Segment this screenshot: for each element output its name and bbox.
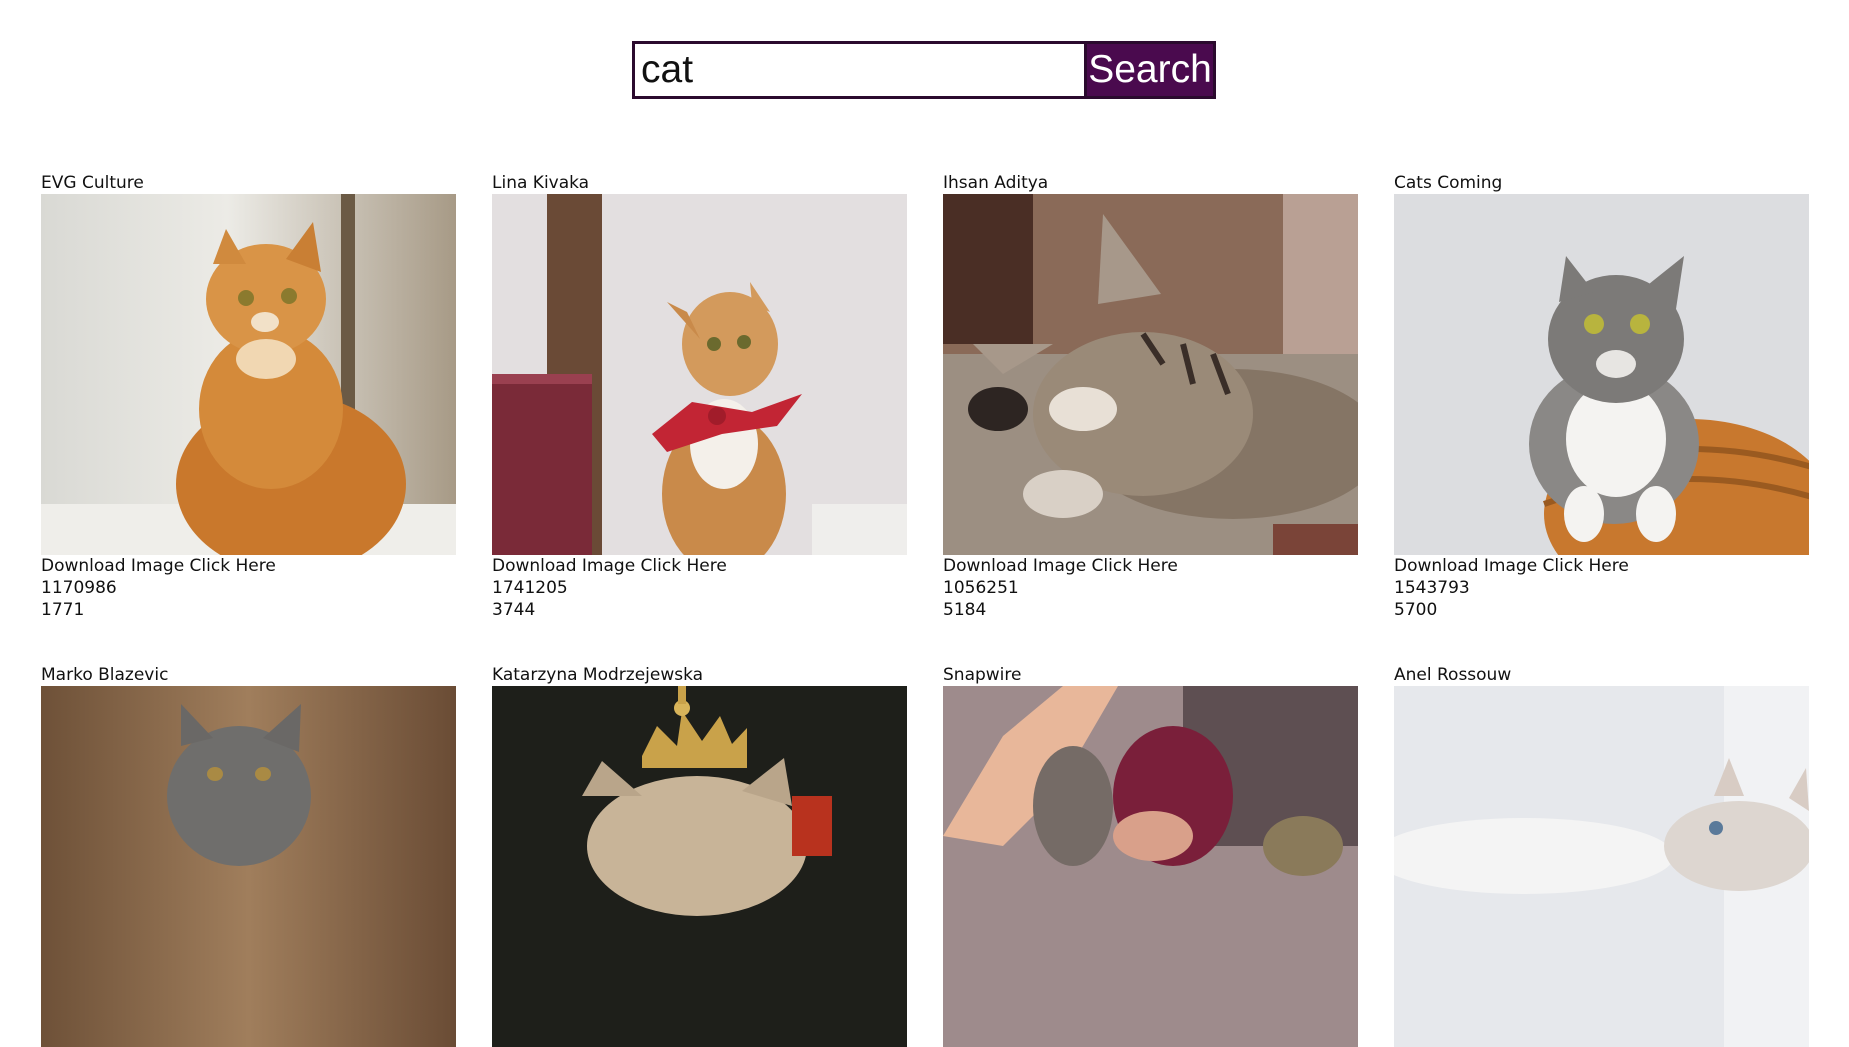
result-card: Anel Rossouw [1394, 664, 1809, 1047]
photographer-name: Lina Kivaka [492, 173, 590, 193]
search-button[interactable]: Search [1084, 41, 1216, 99]
image-count: 3744 [492, 600, 536, 620]
image-count: 1771 [41, 600, 85, 620]
photographer-name: Marko Blazevic [41, 665, 169, 685]
photographer-name: Anel Rossouw [1394, 665, 1512, 685]
cat-photo [492, 686, 907, 1047]
photographer-name: Katarzyna Modrzejewska [492, 665, 704, 685]
search-input[interactable] [632, 41, 1084, 99]
download-image-link[interactable]: Download Image Click Here [1394, 555, 1809, 577]
download-image-link[interactable]: Download Image Click Here [943, 555, 1358, 577]
result-card: Katarzyna Modrzejewska [492, 664, 907, 1047]
result-card: Lina Kivaka Download Image Click Here 17… [492, 172, 907, 621]
result-card: EVG Culture Download Image Click Here 11… [41, 172, 456, 621]
result-card: Snapwire [943, 664, 1358, 1047]
download-image-link[interactable]: Download Image Click Here [41, 555, 456, 577]
result-card: Marko Blazevic [41, 664, 456, 1047]
image-id: 1056251 [943, 578, 1019, 598]
cat-photo [1394, 194, 1809, 555]
image-id: 1543793 [1394, 578, 1470, 598]
image-count: 5700 [1394, 600, 1438, 620]
photographer-name: Ihsan Aditya [943, 173, 1049, 193]
cat-photo [943, 194, 1358, 555]
cat-photo [492, 194, 907, 555]
cat-photo [1394, 686, 1809, 1047]
photographer-name: EVG Culture [41, 173, 144, 193]
search-bar: Search [632, 41, 1216, 99]
image-count: 5184 [943, 600, 987, 620]
photographer-name: Snapwire [943, 665, 1022, 685]
photographer-name: Cats Coming [1394, 173, 1503, 193]
result-card: Ihsan Aditya Download Image Click Here 1… [943, 172, 1358, 621]
results-grid: EVG Culture Download Image Click Here 11… [41, 172, 1809, 1047]
download-image-link[interactable]: Download Image Click Here [492, 555, 907, 577]
result-card: Cats Coming Download Image Click Here 15… [1394, 172, 1809, 621]
image-id: 1741205 [492, 578, 568, 598]
cat-photo [41, 194, 456, 555]
cat-photo [41, 686, 456, 1047]
image-id: 1170986 [41, 578, 117, 598]
cat-photo [943, 686, 1358, 1047]
